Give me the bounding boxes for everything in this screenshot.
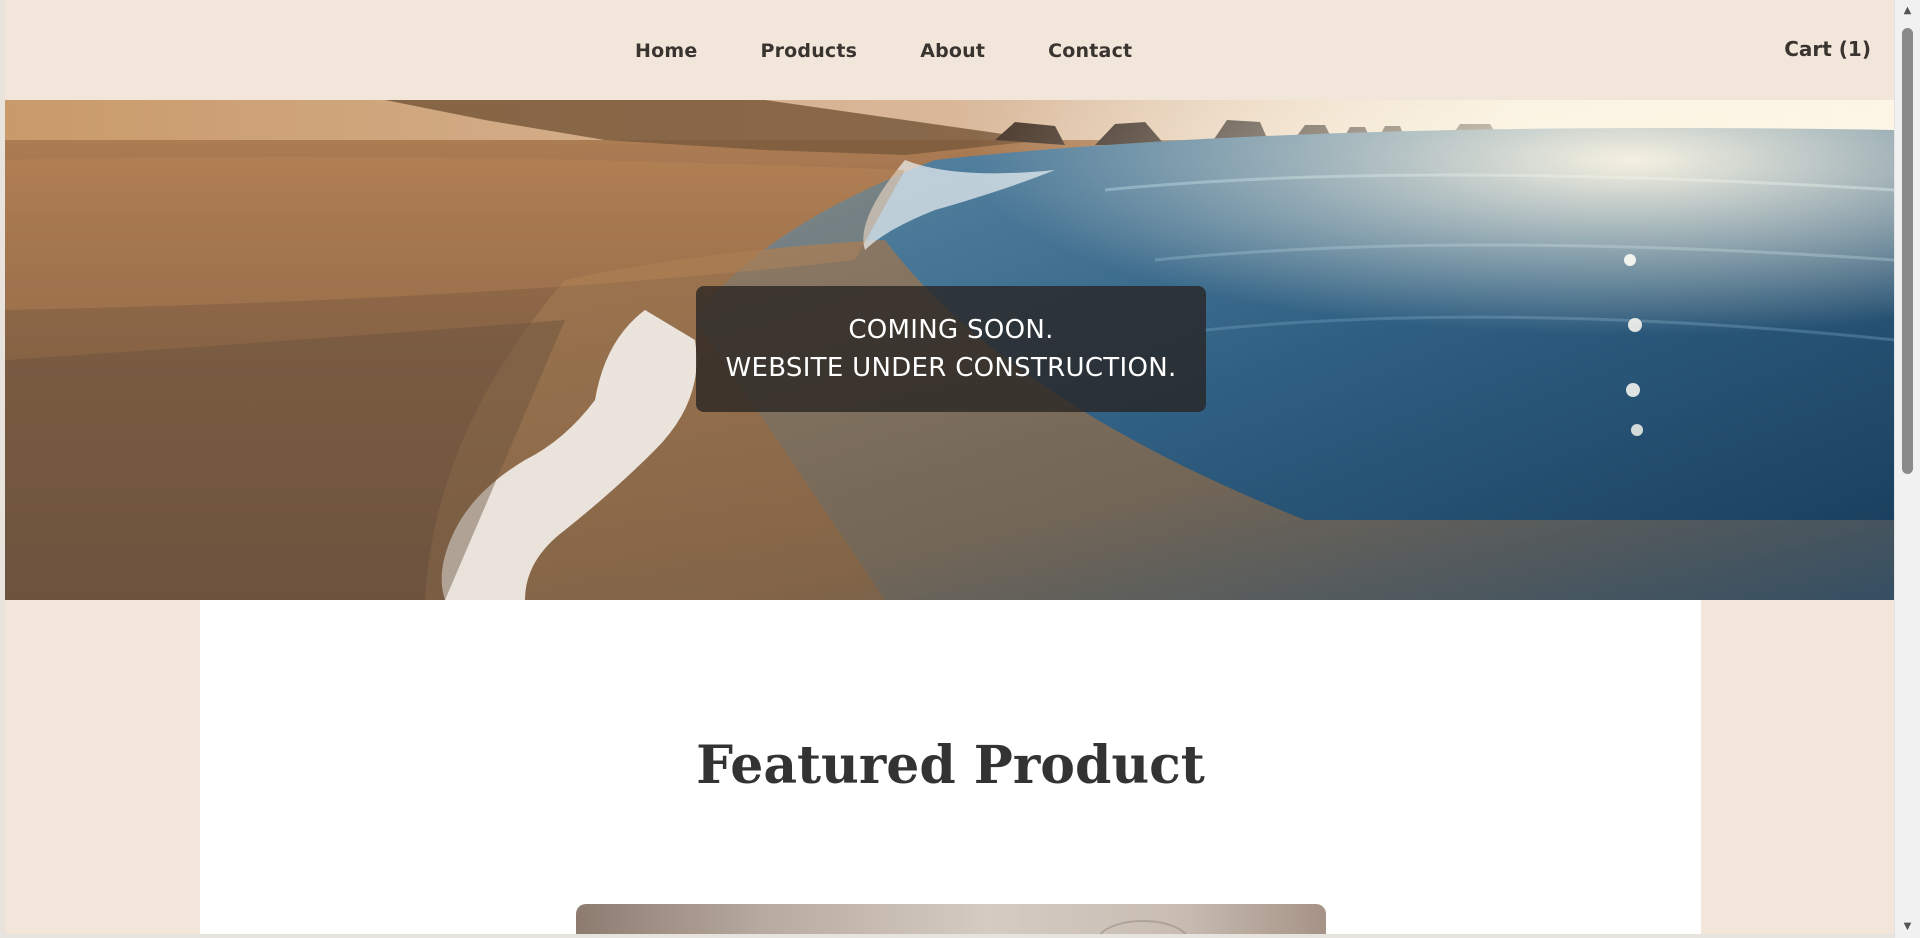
featured-product-image[interactable] xyxy=(576,904,1326,938)
hero-banner: COMING SOON. WEBSITE UNDER CONSTRUCTION. xyxy=(5,100,1895,600)
nav-home-link[interactable]: Home xyxy=(635,40,697,62)
page-viewport: Home Products About Contact Cart (1) COM… xyxy=(0,0,1920,938)
coming-soon-line: COMING SOON. xyxy=(848,315,1054,345)
window-bottom-edge xyxy=(0,934,1895,938)
coming-soon-overlay: COMING SOON. WEBSITE UNDER CONSTRUCTION. xyxy=(696,286,1206,412)
nav-contact-link[interactable]: Contact xyxy=(1048,40,1132,62)
scroll-up-arrow-icon[interactable]: ▲ xyxy=(1895,2,1920,20)
main-nav: Home Products About Contact xyxy=(635,40,1132,62)
content-panel: Featured Product xyxy=(200,600,1701,938)
site-header: Home Products About Contact Cart (1) xyxy=(5,0,1895,100)
nav-products-link[interactable]: Products xyxy=(760,40,857,62)
vertical-scrollbar[interactable]: ▲ ▼ xyxy=(1894,0,1920,938)
cart-link[interactable]: Cart (1) xyxy=(1784,37,1871,61)
scrollbar-thumb[interactable] xyxy=(1902,28,1913,474)
featured-product-heading: Featured Product xyxy=(696,735,1205,796)
nav-about-link[interactable]: About xyxy=(920,40,985,62)
under-construction-line: WEBSITE UNDER CONSTRUCTION. xyxy=(725,353,1177,383)
scroll-down-arrow-icon[interactable]: ▼ xyxy=(1895,918,1920,936)
